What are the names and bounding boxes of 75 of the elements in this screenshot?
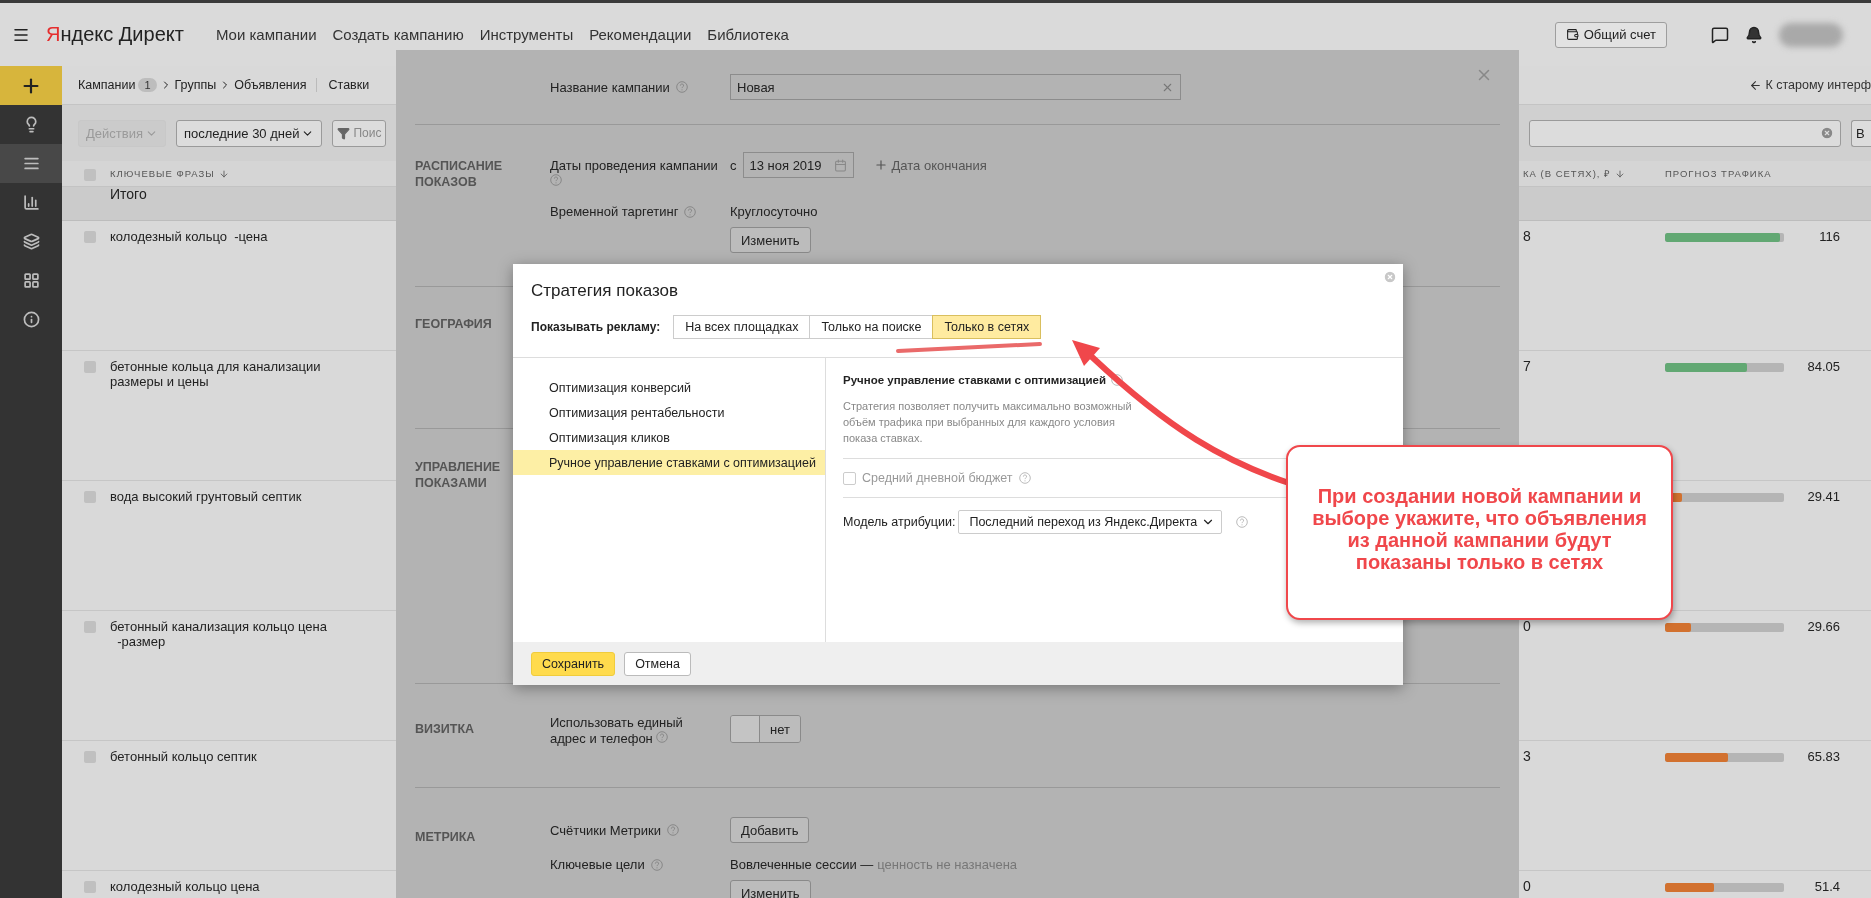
section-title: ГЕОГРАФИЯ xyxy=(415,316,493,332)
end-date-link[interactable]: Дата окончания xyxy=(873,157,987,173)
field-label: Счётчики Метрики xyxy=(550,822,661,838)
targeting-value: Круглосуточно xyxy=(730,204,818,219)
breadcrumb-link[interactable]: Группы xyxy=(159,78,217,92)
annotation-text: При создании новой кампании и выборе укажите, что объявления из данной кампании будут показаны только в сетях xyxy=(1311,485,1648,573)
period-dropdown[interactable]: последние 30 дней xyxy=(175,119,323,147)
placement-label: Показывать рекламу: xyxy=(531,320,661,334)
column-header[interactable]: КА (В СЕТЯХ), ₽ xyxy=(1523,167,1626,180)
keyword-phrase: бетонный кольцо септик xyxy=(110,749,257,764)
nav-link[interactable]: Мои кампании xyxy=(215,26,317,43)
save-button[interactable]: Сохранить xyxy=(531,651,616,676)
dialog-title: Стратегия показов xyxy=(531,281,680,301)
field-label: Временной таргетинг xyxy=(550,204,679,219)
total-label: Итого xyxy=(110,187,147,202)
strategy-item[interactable]: Оптимизация кликов xyxy=(513,425,825,450)
strategy-item[interactable]: Ручное управление ставками с оптимизацией xyxy=(513,450,825,475)
keyword-phrase: бетонные кольца для канализации размеры и цены xyxy=(110,359,321,389)
checkbox-label: Средний дневной бюджет xyxy=(862,471,1013,485)
goal-note: ценность не назначена xyxy=(877,857,1018,872)
keyword-phrase: вода высокий грунтовый септик xyxy=(110,489,302,504)
from-label: с xyxy=(730,157,737,173)
count-badge: 1 xyxy=(138,78,157,92)
keyword-phrase: колодезный кольцо -цена xyxy=(110,229,268,244)
traffic-forecast: 51.4 xyxy=(1813,879,1840,896)
account-button[interactable]: Общий счет xyxy=(1554,21,1667,48)
traffic-forecast: 84.05 xyxy=(1806,359,1840,376)
change-button[interactable]: Изменить xyxy=(730,227,811,253)
toggle-switch[interactable]: нет xyxy=(730,715,801,743)
section-title: УПРАВЛЕНИЕ ПОКАЗАМИ xyxy=(415,459,502,491)
section-title: МЕТРИКА xyxy=(415,829,477,845)
section-title: ВИЗИТКА xyxy=(415,721,476,737)
campaign-name-input[interactable]: Новая xyxy=(730,74,1181,100)
bid-value: 8 xyxy=(1523,229,1531,244)
nav-link[interactable]: Создать кампанию xyxy=(332,26,464,43)
add-button[interactable]: Добавить xyxy=(730,817,810,843)
section-title: РАСПИСАНИЕ ПОКАЗОВ xyxy=(415,158,504,190)
strategy-description: Стратегия позволяет получить максимально возможный объём трафика при выбранных для каждого условия показа ставках. xyxy=(843,399,1133,446)
goal-value: Вовлеченные сессии — xyxy=(730,857,874,872)
placement-tab[interactable]: Только на поиске xyxy=(809,315,934,339)
traffic-forecast: 65.83 xyxy=(1806,749,1840,766)
bid-value: 0 xyxy=(1523,619,1531,634)
column-header[interactable]: ПРОГНОЗ ТРАФИКА xyxy=(1665,168,1772,179)
placement-tab[interactable]: На всех площадках xyxy=(673,315,811,339)
strategy-title: Ручное управление ставками с оптимизацией xyxy=(843,374,1106,386)
old-interface-link[interactable]: К старому интерф xyxy=(1749,78,1871,92)
field-label: Использовать единый адрес и телефон xyxy=(550,715,684,747)
attribution-label: Модель атрибуции: xyxy=(843,515,956,529)
keyword-phrase: колодезный кольцо цена xyxy=(110,879,260,894)
keyword-phrase: бетонный канализация кольцо цена -размер xyxy=(110,619,327,649)
logo[interactable]: Яндекс Директ xyxy=(46,23,184,46)
attribution-dropdown[interactable]: Последний переход из Яндекс.Директа xyxy=(958,510,1223,534)
breadcrumb-link[interactable]: Объявления xyxy=(219,78,307,92)
bid-value: 3 xyxy=(1523,749,1531,764)
column-header[interactable]: КЛЮЧЕВЫЕ ФРАЗЫ xyxy=(110,168,229,179)
change-button[interactable]: Изменить xyxy=(730,880,811,898)
placement-tab[interactable]: Только в сетях xyxy=(932,315,1042,339)
traffic-forecast: 29.66 xyxy=(1806,619,1840,636)
field-label: Ключевые цели xyxy=(550,857,645,872)
start-date-field[interactable]: 13 ноя 2019 xyxy=(742,152,854,178)
traffic-forecast: 29.41 xyxy=(1806,489,1840,506)
nav-link[interactable]: Инструменты xyxy=(479,26,574,43)
cancel-button[interactable]: Отмена xyxy=(624,651,691,676)
toolbar-button[interactable]: В xyxy=(1851,119,1871,147)
bids-tab[interactable]: Ставки xyxy=(315,78,370,92)
breadcrumb-link[interactable]: Кампании 1 xyxy=(78,78,157,92)
nav-link[interactable]: Библиотека xyxy=(707,26,789,43)
bid-value: 7 xyxy=(1523,359,1531,374)
strategy-item[interactable]: Оптимизация рентабельности xyxy=(513,400,825,425)
nav-link[interactable]: Рекомендации xyxy=(589,26,692,43)
traffic-forecast: 116 xyxy=(1818,229,1840,246)
strategy-item[interactable]: Оптимизация конверсий xyxy=(513,375,825,400)
bid-value: 0 xyxy=(1523,879,1531,894)
field-label: Даты проведения кампании xyxy=(550,158,720,190)
field-label: Название кампании xyxy=(550,79,670,95)
